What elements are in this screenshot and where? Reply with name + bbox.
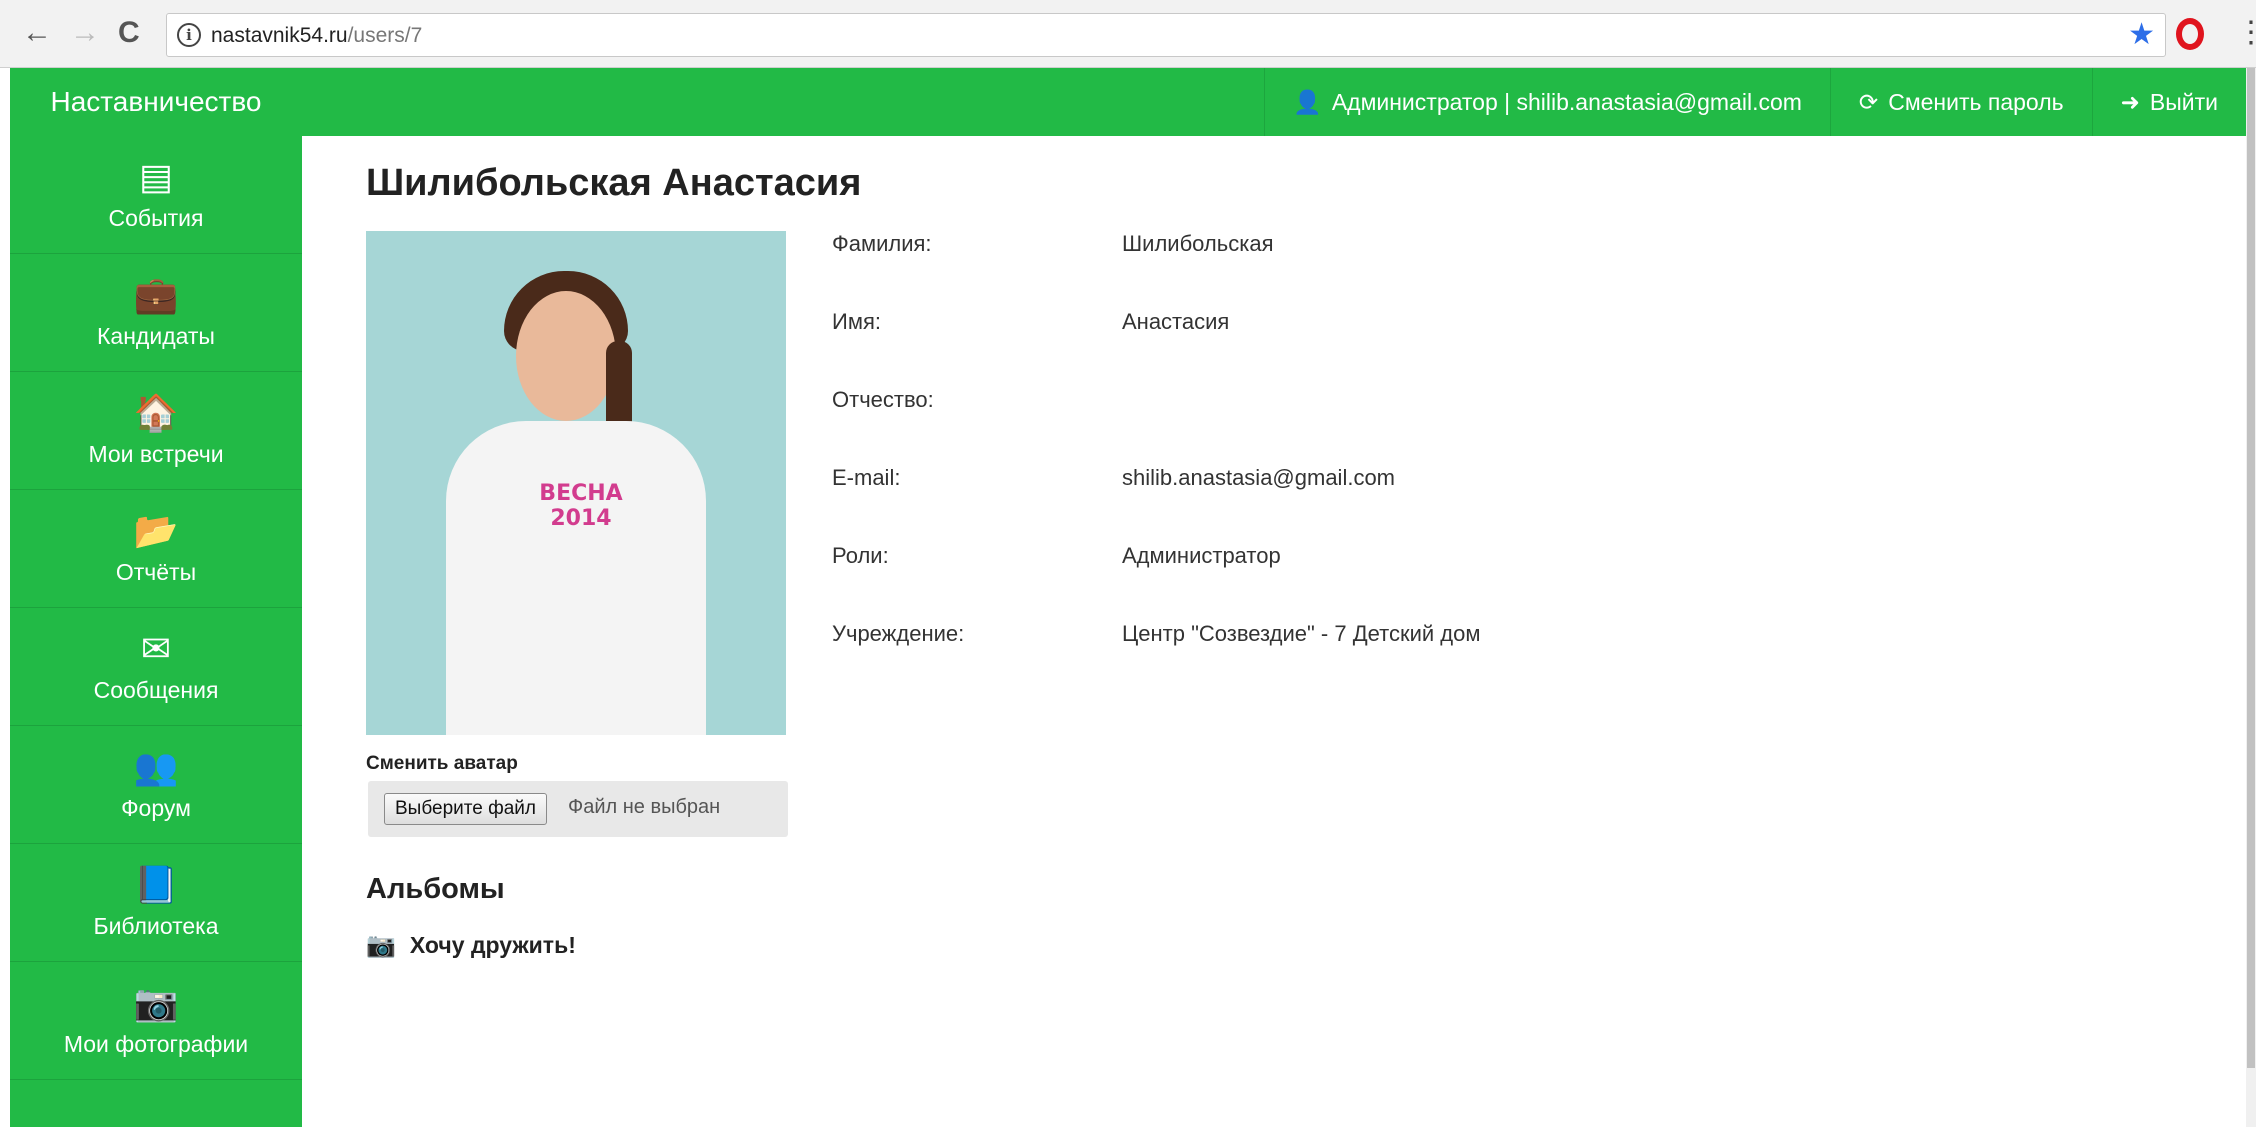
field-label: Учреждение: [832, 621, 965, 646]
sidebar-item-reports[interactable]: 📂 Отчёты [10, 490, 302, 608]
sidebar-item-events[interactable]: ▤ События [10, 136, 302, 254]
sidebar-item-messages[interactable]: ✉ Сообщения [10, 608, 302, 726]
profile-photo: ВЕСНА 2014 [366, 231, 786, 735]
field-label: E-mail: [832, 465, 901, 490]
back-icon[interactable]: ← [22, 18, 52, 48]
albums-title: Альбомы [366, 873, 505, 905]
field-value: shilib.anastasia@gmail.com [1122, 465, 1396, 490]
field-value: Анастасия [1122, 309, 1230, 334]
change-password-label: Сменить пароль [1888, 89, 2064, 115]
book-icon: 📘 [133, 864, 179, 905]
scrollbar-thumb[interactable] [2247, 68, 2255, 1068]
top-nav: 👤 Администратор | shilib.anastasia@gmail… [1264, 68, 2246, 136]
field-label: Роли: [832, 543, 889, 568]
user-icon: 👤 [1293, 89, 1322, 115]
url-text[interactable]: nastavnik54.ru/users/7 [211, 24, 422, 48]
album-link[interactable]: 📷 Хочу дружить! [366, 931, 576, 960]
folder-open-icon: 📂 [133, 510, 179, 551]
browser-menu-icon[interactable]: ⋮ [2236, 18, 2256, 48]
page-title: Шилибольская Анастасия [366, 162, 862, 204]
choose-file-button[interactable]: Выберите файл [384, 793, 547, 825]
top-navbar: Наставничество 👤 Администратор | shilib.… [10, 68, 2246, 136]
forward-icon[interactable]: → [70, 18, 100, 48]
camera-icon: 📷 [366, 932, 396, 959]
album-name: Хочу дружить! [409, 932, 576, 958]
sidebar-item-label: Сообщения [93, 677, 219, 703]
field-label: Имя: [832, 309, 881, 334]
field-label: Фамилия: [832, 231, 932, 256]
sidebar-item-label: Форум [121, 795, 191, 821]
photo-icon: 📷 [133, 982, 179, 1023]
page-scrollbar[interactable] [2246, 68, 2256, 1127]
sidebar-item-label: Отчёты [115, 559, 197, 585]
sidebar-item-my-meetings[interactable]: 🏠 Мои встречи [10, 372, 302, 490]
url-path: /users/7 [347, 24, 423, 47]
envelope-icon: ✉ [140, 628, 172, 669]
sidebar-item-forum[interactable]: 👥 Форум [10, 726, 302, 844]
app: Наставничество 👤 Администратор | shilib.… [10, 68, 2246, 1127]
current-user-label: Администратор | shilib.anastasia@gmail.c… [1331, 89, 1802, 115]
refresh-icon: ⟳ [1858, 89, 1879, 115]
photo-shirt-print: ВЕСНА 2014 [539, 481, 623, 531]
newspaper-icon: ▤ [138, 156, 173, 197]
sidebar-item-label: Кандидаты [97, 323, 215, 349]
reload-icon[interactable]: C [118, 18, 140, 48]
change-avatar-label: Сменить аватар [366, 753, 518, 774]
sidebar-item-my-photos[interactable]: 📷 Мои фотографии [10, 962, 302, 1080]
logout-link[interactable]: ➜ Выйти [2091, 68, 2246, 136]
sidebar-item-library[interactable]: 📘 Библиотека [10, 844, 302, 962]
sidebar-item-label: Мои встречи [88, 441, 224, 467]
info-icon[interactable]: i [177, 23, 201, 47]
users-icon: 👥 [133, 746, 179, 787]
field-value: Шилибольская [1122, 231, 1274, 256]
bookmark-star-icon[interactable]: ★ [2128, 20, 2155, 50]
main-content: Шилибольская Анастасия ВЕСНА 2014 Фамили… [302, 136, 2246, 1127]
field-value: Администратор [1122, 543, 1281, 568]
opera-icon[interactable] [2176, 18, 2204, 50]
logout-label: Выйти [2149, 89, 2218, 115]
current-user-link[interactable]: 👤 Администратор | shilib.anastasia@gmail… [1264, 68, 1830, 136]
field-label: Отчество: [832, 387, 934, 412]
sidebar: ▤ События 💼 Кандидаты 🏠 Мои встречи 📂 От… [10, 136, 302, 1127]
home-icon: 🏠 [133, 392, 179, 433]
file-status-text: Файл не выбран [568, 796, 721, 818]
photo-shirt [446, 421, 706, 735]
url-host: nastavnik54.ru [211, 24, 348, 47]
browser-toolbar: ← → C i nastavnik54.ru/users/7 ★ ⋮ [0, 0, 2256, 68]
photo-face [516, 291, 616, 421]
sidebar-item-label: Библиотека [93, 913, 219, 939]
change-password-link[interactable]: ⟳ Сменить пароль [1829, 68, 2092, 136]
avatar-file-input: Выберите файл Файл не выбран [368, 781, 788, 837]
address-bar[interactable]: i nastavnik54.ru/users/7 ★ [166, 13, 2166, 57]
sidebar-item-label: События [108, 205, 204, 231]
sidebar-item-candidates[interactable]: 💼 Кандидаты [10, 254, 302, 372]
briefcase-icon: 💼 [133, 274, 179, 315]
logout-icon: ➜ [2120, 89, 2140, 115]
brand-link[interactable]: Наставничество [10, 68, 302, 136]
sidebar-item-label: Мои фотографии [63, 1031, 249, 1057]
field-value: Центр "Созвездие" - 7 Детский дом [1122, 621, 1481, 646]
